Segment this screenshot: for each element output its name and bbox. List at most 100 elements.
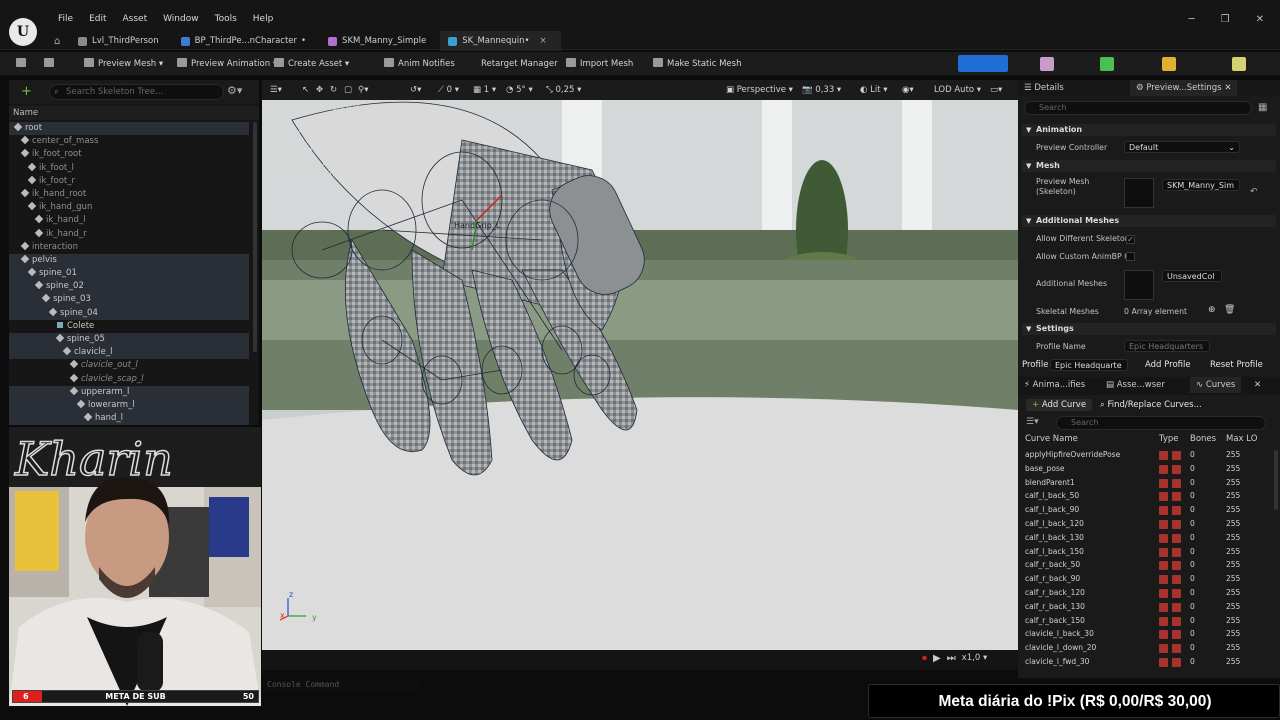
bone-row[interactable]: Colete [9,320,249,333]
tab-asset-browser[interactable]: ▤ Asse...wser [1106,377,1165,393]
add-element-icon[interactable]: ⊕ [1208,305,1216,315]
rotation-snap-button[interactable]: ◔ 5° ▾ [506,84,533,96]
make-static-mesh-button[interactable]: Make Static Mesh [653,57,741,72]
add-profile-button[interactable]: Add Profile [1145,359,1191,371]
bone-row[interactable]: interaction [9,241,249,254]
menu-edit[interactable]: Edit [81,14,114,24]
filter-icon[interactable]: ☰▾ [1026,417,1039,427]
close-icon[interactable]: ✕ [1254,377,1261,393]
show-flags-icon[interactable]: ◉▾ [902,84,914,96]
browse-icon[interactable] [44,57,58,72]
menu-tools[interactable]: Tools [207,14,245,24]
select-tool-icon[interactable]: ↖ [302,84,309,96]
maximize-icon[interactable]: ❐ [1221,14,1230,25]
fov-dropdown[interactable]: 📷 0,33 ▾ [802,84,841,96]
bone-row[interactable]: ik_hand_root [9,188,249,201]
bone-row[interactable]: ik_hand_gun [9,201,249,214]
skeleton-mode-button[interactable] [958,55,1008,72]
step-forward-icon[interactable]: ⏭ [947,653,956,664]
curve-row[interactable]: clavicle_l_back_30 0 255 [1018,627,1268,641]
minimize-icon[interactable]: ─ [1189,14,1195,25]
scale-snap-button[interactable]: ⤡ 0,25 ▾ [546,84,581,96]
tab-curves[interactable]: ∿ Curves [1190,377,1242,393]
viewport-options-icon[interactable]: ☰▾ [270,84,282,96]
curve-row[interactable]: calf_l_back_150 0 255 [1018,545,1268,559]
curve-row[interactable]: calf_r_back_150 0 255 [1018,614,1268,628]
curve-row[interactable]: applyHipfireOverridePose 0 255 [1018,448,1268,462]
tab-anim-notifies[interactable]: ⚡ Anima...ifies [1024,377,1085,393]
create-asset-button[interactable]: Create Asset ▾ [274,57,349,72]
additional-meshes-dropdown[interactable]: UnsavedCol [1162,270,1222,282]
bone-row[interactable]: root [9,122,249,136]
physics-mode-button[interactable] [1232,57,1246,71]
profile-dropdown[interactable]: Epic Headquarte [1050,359,1128,371]
curve-row[interactable]: calf_r_back_50 0 255 [1018,558,1268,572]
close-icon[interactable]: ✕ [1224,83,1231,93]
tab-preview-settings[interactable]: ⚙ Preview...Settings ✕ [1130,80,1238,96]
blueprint-mode-button[interactable] [1162,57,1176,71]
menu-window[interactable]: Window [155,14,207,24]
curve-row[interactable]: calf_l_back_90 0 255 [1018,503,1268,517]
section-additional-meshes[interactable]: ▼ Additional Meshes [1022,215,1276,227]
profile-name-input[interactable]: Epic Headquarters [1124,340,1210,352]
mesh-mode-button[interactable] [1040,57,1054,71]
section-mesh[interactable]: ▼ Mesh [1022,160,1276,172]
curve-row[interactable]: calf_l_back_130 0 255 [1018,531,1268,545]
preview-mesh-button[interactable]: Preview Mesh ▾ [84,57,163,72]
bone-row[interactable]: spine_05 [9,333,249,347]
document-tab-0[interactable]: Lvl_ThirdPerson [70,31,173,51]
curve-row[interactable]: calf_r_back_120 0 255 [1018,586,1268,600]
grid-view-icon[interactable]: ▦ [1258,102,1267,113]
lit-dropdown[interactable]: ◐ Lit ▾ [860,84,888,96]
curve-row[interactable]: clavicle_l_fwd_30 0 255 [1018,655,1268,669]
bone-row[interactable]: upperarm_l [9,385,249,399]
grid-snap-button[interactable]: ⟋ 0 ▾ [438,84,459,96]
preview-controller-dropdown[interactable]: Default ⌄ [1124,141,1240,153]
curve-row[interactable]: calf_l_back_120 0 255 [1018,517,1268,531]
find-replace-curves-button[interactable]: ⌕ Find/Replace Curves... [1100,399,1202,411]
unreal-logo-icon[interactable]: U [9,18,37,46]
document-tab-2[interactable]: SKM_Manny_Simple [320,31,440,51]
scale-tool-icon[interactable]: ▢ [344,84,352,96]
play-icon[interactable]: ▶ [933,653,941,664]
layout-icon[interactable]: ▭▾ [990,84,1002,96]
translate-tool-icon[interactable]: ✥ [316,84,323,96]
curve-row[interactable]: calf_r_back_130 0 255 [1018,600,1268,614]
bone-row[interactable]: spine_01 [9,267,249,281]
add-curve-button[interactable]: + Add Curve [1026,399,1093,411]
curve-row[interactable]: blendParent1 0 255 [1018,476,1268,490]
reset-arrow-icon[interactable]: ↶ [1250,187,1258,197]
details-search-input[interactable]: Search [1024,101,1252,115]
gear-icon[interactable]: ⚙▾ [227,84,242,97]
home-icon[interactable]: ⌂ [54,36,60,47]
bone-row[interactable]: ik_hand_r [9,228,249,241]
camera-speed-button[interactable]: ▦ 1 ▾ [473,84,496,96]
world-local-toggle[interactable]: ↺▾ [410,84,421,96]
surface-snap-icon[interactable]: ⚲▾ [358,84,369,96]
allow-custom-animbp-checkbox[interactable] [1126,252,1135,261]
bone-row[interactable]: ik_hand_l [9,214,249,227]
bone-row[interactable]: center_of_mass [9,135,249,148]
lod-dropdown[interactable]: LOD Auto ▾ [934,84,981,96]
section-animation[interactable]: ▼ Animation [1022,124,1276,136]
add-socket-button[interactable]: + [21,85,32,98]
allow-different-skeleton-checkbox[interactable]: ✓ [1126,235,1135,244]
console-input[interactable]: Console Command [264,679,420,691]
menu-help[interactable]: Help [245,14,282,24]
retarget-manager-button[interactable]: Retarget Manager [481,57,558,72]
perspective-dropdown[interactable]: ▣ Perspective ▾ [726,84,793,96]
playback-speed[interactable]: x1,0 ▾ [962,653,988,664]
bone-row[interactable]: spine_03 [9,293,249,307]
close-icon[interactable]: × [540,36,547,46]
bone-row[interactable]: lowerarm_l [9,398,249,413]
tree-scrollbar[interactable] [253,122,257,352]
curve-row[interactable]: calf_r_back_90 0 255 [1018,572,1268,586]
menu-asset[interactable]: Asset [115,14,156,24]
preview-viewport[interactable]: ☰▾ ↖ ✥ ↻ ▢ ⚲▾ ↺▾ ⟋ 0 ▾ ▦ 1 ▾ ◔ 5° ▾ ⤡ 0,… [262,80,1018,650]
curve-search-input[interactable]: Search [1056,416,1266,430]
bone-row[interactable]: spine_04 [9,306,249,320]
rotate-tool-icon[interactable]: ↻ [330,84,337,96]
preview-mesh-dropdown[interactable]: SKM_Manny_Sim [1162,179,1240,191]
close-icon[interactable]: ✕ [1256,14,1264,25]
curves-scrollbar[interactable] [1274,450,1278,510]
